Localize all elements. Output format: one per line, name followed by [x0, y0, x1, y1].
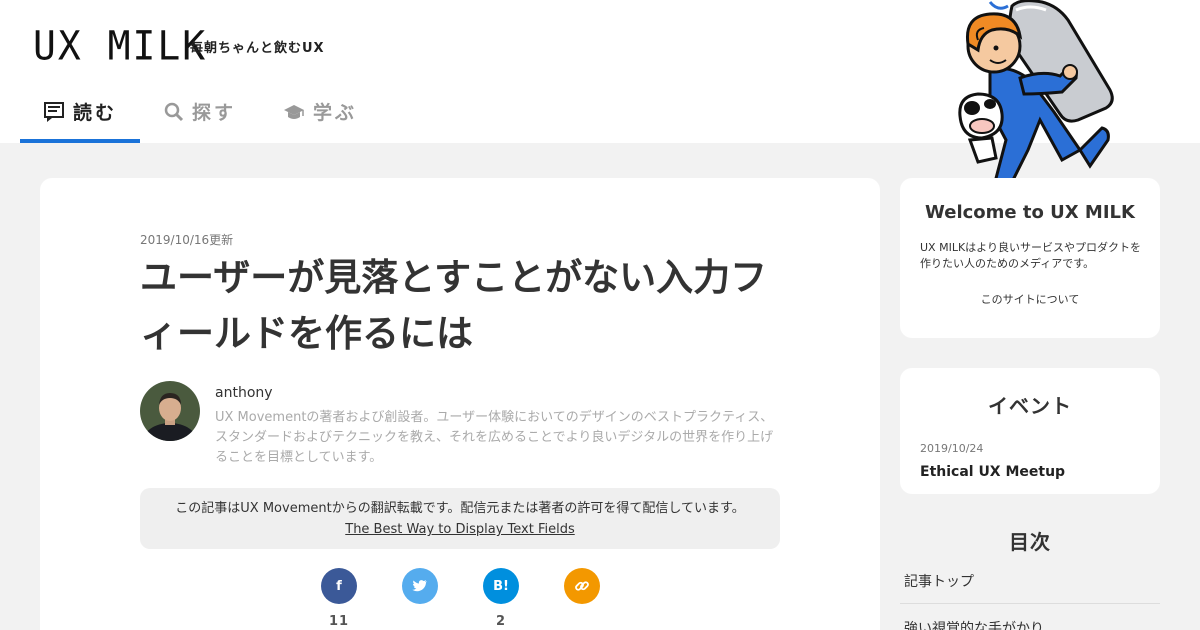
welcome-card: Welcome to UX MILK UX MILKはより良いサービスやプロダク… [900, 178, 1160, 338]
nav-item-read[interactable]: 読む [20, 80, 140, 143]
graduation-cap-icon [283, 102, 305, 122]
event-card: イベント 2019/10/24 Ethical UX Meetup [900, 368, 1160, 494]
link-icon[interactable] [564, 568, 600, 604]
share-hatena[interactable]: B! 2 [483, 568, 519, 629]
share-link[interactable] [564, 568, 600, 614]
author-bio: UX Movementの著者および創設者。ユーザー体験においてのデザインのベスト… [215, 410, 774, 465]
facebook-icon[interactable]: f [321, 568, 357, 604]
reader-icon [43, 101, 65, 123]
article-updated-date: 2019/10/16更新 [140, 233, 234, 247]
share-twitter[interactable] [402, 568, 438, 614]
translation-notice-text: この記事はUX Movementからの翻訳転載です。配信元または著者の許可を得て… [175, 501, 745, 516]
toc-divider [900, 603, 1160, 604]
welcome-description: UX MILKはより良いサービスやプロダクトを作りたい人のためのメディアです。 [920, 241, 1141, 270]
avatar[interactable] [140, 381, 200, 441]
main-nav: 読む 探す 学ぶ [20, 80, 380, 143]
milk-mascot-illustration [958, 0, 1114, 192]
site-logo[interactable]: UX MILK [33, 23, 207, 69]
nav-item-search[interactable]: 探す [140, 80, 260, 143]
site-tagline: 毎朝ちゃんと飲むUX [190, 41, 325, 56]
about-site-link[interactable]: このサイトについて [900, 291, 1160, 307]
share-facebook[interactable]: f 11 [321, 568, 357, 629]
hatena-bookmark-icon[interactable]: B! [483, 568, 519, 604]
search-icon [164, 102, 184, 122]
event-date: 2019/10/24 [920, 442, 984, 455]
welcome-title: Welcome to UX MILK [925, 202, 1135, 223]
nav-item-label: 探す [191, 102, 236, 124]
nav-item-learn[interactable]: 学ぶ [260, 80, 380, 143]
event-section-title: イベント [988, 394, 1072, 418]
translation-notice: この記事はUX Movementからの翻訳転載です。配信元または著者の許可を得て… [140, 488, 780, 549]
original-article-link[interactable]: The Best Way to Display Text Fields [140, 519, 780, 540]
nav-item-label: 学ぶ [312, 102, 357, 124]
article-card: 2019/10/16更新 ユーザーが見落とすことがない入力フィールドを作るには … [40, 178, 880, 630]
share-count: 11 [328, 614, 350, 629]
twitter-icon[interactable] [402, 568, 438, 604]
toc-title: 目次 [1009, 530, 1051, 554]
toc-item[interactable]: 記事トップ [900, 571, 1160, 591]
nav-item-label: 読む [72, 102, 117, 124]
article-title: ユーザーが見落とすことがない入力フィールドを作るには [140, 256, 768, 355]
event-link[interactable]: Ethical UX Meetup [920, 464, 1065, 480]
share-count: 2 [495, 614, 507, 629]
author-name[interactable]: anthony [215, 385, 273, 401]
toc-item[interactable]: 強い視覚的な手がかり [900, 618, 1160, 630]
